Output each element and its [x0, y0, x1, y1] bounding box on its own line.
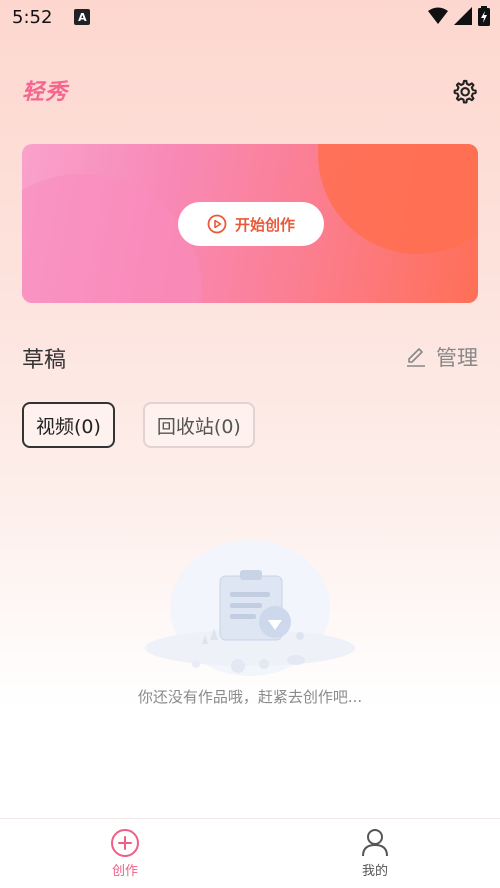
- empty-message: 你还没有作品哦，赶紧去创作吧...: [137, 688, 363, 706]
- bottom-nav: 创作 我的: [0, 818, 500, 888]
- banner-decoration: [318, 144, 478, 254]
- battery-icon: [478, 6, 490, 26]
- manage-button[interactable]: 管理: [404, 342, 478, 372]
- plus-circle-icon: [111, 829, 139, 857]
- nav-mine[interactable]: 我的: [250, 819, 500, 888]
- start-create-button[interactable]: 开始创作: [178, 202, 324, 246]
- manage-label: 管理: [436, 346, 478, 370]
- banner-decoration: [22, 174, 202, 303]
- status-time: 5:52: [12, 6, 53, 28]
- settings-button[interactable]: [450, 78, 478, 106]
- nav-mine-label: 我的: [361, 864, 388, 879]
- drafts-title: 草稿: [22, 348, 67, 373]
- gear-icon: [453, 79, 477, 104]
- drafts-header: 草稿 管理: [22, 338, 478, 376]
- draft-tabs: 视频(0) 回收站(0): [22, 402, 255, 448]
- status-bar: 5:52 A: [0, 0, 500, 34]
- edit-pencil-icon: [407, 348, 425, 367]
- nav-create[interactable]: 创作: [0, 819, 250, 888]
- wifi-icon: [428, 7, 448, 24]
- app-logo: 轻秀: [22, 80, 69, 105]
- tab-recycle-bin[interactable]: 回收站(0): [142, 402, 255, 448]
- create-banner: 开始创作: [22, 144, 478, 303]
- empty-state: 你还没有作品哦，赶紧去创作吧...: [0, 540, 500, 720]
- user-icon: [362, 829, 388, 857]
- tab-label: 视频(0): [36, 415, 101, 438]
- status-icons: [428, 6, 490, 26]
- signal-icon: [454, 7, 472, 25]
- tab-video[interactable]: 视频(0): [22, 402, 115, 448]
- app-header: 轻秀: [22, 72, 478, 112]
- notification-icon: A: [74, 9, 91, 25]
- nav-create-label: 创作: [111, 864, 138, 879]
- tab-label: 回收站(0): [156, 415, 241, 438]
- play-circle-icon: [207, 214, 227, 234]
- empty-clipboard-illustration: [145, 540, 355, 676]
- start-create-label: 开始创作: [234, 215, 295, 234]
